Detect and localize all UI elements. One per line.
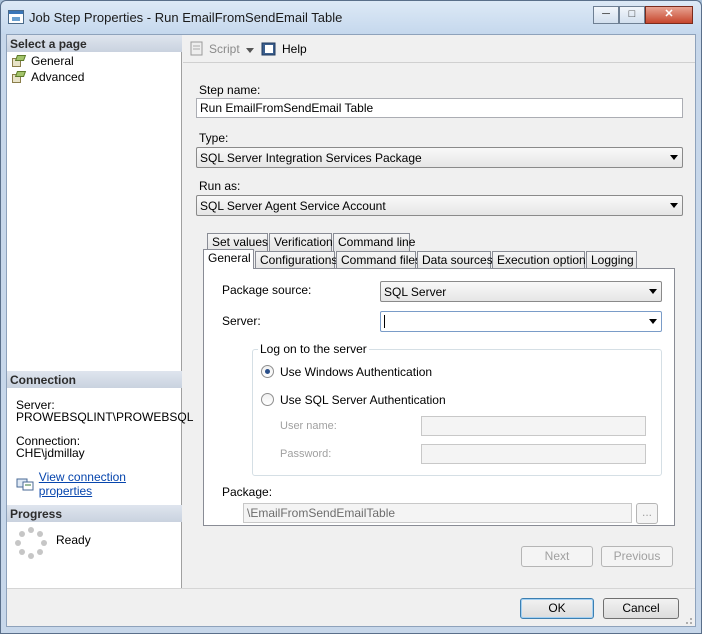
password-label: Password:	[280, 448, 332, 460]
tab-general[interactable]: General	[203, 249, 254, 269]
dialog-footer: OK Cancel	[7, 588, 695, 626]
tab-verification[interactable]: Verification	[269, 233, 333, 251]
toolbar: Script Help	[183, 35, 695, 63]
previous-button[interactable]: Previous	[601, 546, 673, 567]
maximize-button[interactable]: □	[619, 6, 645, 24]
general-tab-page: Package source: SQL Server Server: Log o…	[203, 268, 675, 526]
chevron-down-icon	[246, 48, 254, 53]
left-pane: Select a page General Advanced Connectio…	[7, 35, 193, 588]
connection-properties-icon	[16, 478, 34, 491]
dialog-client-area: Select a page General Advanced Connectio…	[6, 34, 696, 627]
script-icon	[190, 41, 203, 56]
text-cursor	[384, 315, 385, 328]
script-dropdown-button[interactable]	[246, 48, 254, 53]
package-source-label: Package source:	[222, 283, 312, 297]
help-label: Help	[282, 42, 307, 56]
page-item-general[interactable]: General	[11, 53, 74, 69]
window-title: Job Step Properties - Run EmailFromSendE…	[29, 10, 343, 25]
chevron-down-icon	[670, 203, 678, 208]
step-name-input[interactable]: Run EmailFromSendEmail Table	[196, 98, 683, 118]
cancel-button[interactable]: Cancel	[603, 598, 679, 619]
minimize-button[interactable]: ─	[593, 6, 619, 24]
sql-auth-label[interactable]: Use SQL Server Authentication	[280, 393, 446, 407]
user-name-label: User name:	[280, 420, 337, 432]
page-icon	[11, 54, 27, 68]
tab-command-files[interactable]: Command files	[336, 251, 421, 269]
server-label: Server:	[222, 314, 261, 328]
logon-groupbox: Log on to the server Use Windows Authent…	[252, 342, 662, 476]
progress-spinner-icon	[15, 527, 47, 559]
select-page-header: Select a page	[7, 35, 182, 52]
title-bar[interactable]: Job Step Properties - Run EmailFromSendE…	[1, 1, 701, 34]
chevron-down-icon	[670, 155, 678, 160]
password-input[interactable]	[421, 444, 646, 464]
connection-server-value: PROWEBSQLINT\PROWEBSQL	[16, 410, 194, 424]
tab-execution-options[interactable]: Execution options	[492, 251, 592, 269]
tab-configurations[interactable]: Configurations	[255, 251, 337, 269]
package-source-select[interactable]: SQL Server	[380, 281, 662, 302]
progress-header: Progress	[7, 505, 182, 522]
script-label: Script	[209, 42, 240, 56]
view-connection-properties-link[interactable]: View connection properties	[16, 470, 181, 498]
maximize-icon: □	[628, 8, 636, 20]
page-item-advanced[interactable]: Advanced	[11, 69, 84, 85]
view-connection-properties-label: View connection properties	[38, 470, 126, 498]
close-button[interactable]: ✕	[645, 6, 693, 24]
logon-group-label: Log on to the server	[258, 342, 369, 356]
close-icon: ✕	[664, 8, 674, 20]
progress-area: Ready	[7, 523, 182, 563]
run-as-select[interactable]: SQL Server Agent Service Account	[196, 195, 683, 216]
ok-button[interactable]: OK	[520, 598, 594, 619]
browse-package-button[interactable]: ...	[636, 503, 658, 524]
connection-value: CHE\jdmillay	[16, 446, 85, 460]
windows-auth-label[interactable]: Use Windows Authentication	[280, 365, 432, 379]
sql-auth-radio[interactable]	[261, 393, 274, 406]
run-as-select-value: SQL Server Agent Service Account	[200, 199, 386, 213]
help-icon	[261, 42, 276, 56]
next-button[interactable]: Next	[521, 546, 593, 567]
type-select[interactable]: SQL Server Integration Services Package	[196, 147, 683, 168]
app-window-icon	[8, 10, 24, 24]
type-label: Type:	[199, 131, 229, 145]
chevron-down-icon	[649, 289, 657, 294]
help-button[interactable]: Help	[261, 41, 307, 57]
connection-header: Connection	[7, 371, 182, 388]
progress-status: Ready	[56, 533, 91, 547]
minimize-icon: ─	[602, 8, 610, 20]
windows-auth-radio[interactable]	[261, 365, 274, 378]
job-step-properties-window: Job Step Properties - Run EmailFromSendE…	[0, 0, 702, 634]
server-combo-input[interactable]	[380, 311, 662, 332]
tab-logging[interactable]: Logging	[586, 251, 637, 269]
page-icon	[11, 70, 27, 84]
chevron-down-icon	[649, 319, 657, 324]
page-item-general-label: General	[31, 54, 74, 68]
tab-command-line[interactable]: Command line	[333, 233, 415, 251]
package-source-value: SQL Server	[384, 285, 447, 299]
run-as-label: Run as:	[199, 179, 241, 193]
right-pane: Script Help Step name: Run EmailFromSend…	[183, 35, 695, 588]
script-button[interactable]: Script	[189, 41, 240, 57]
page-item-advanced-label: Advanced	[31, 70, 85, 84]
package-label: Package:	[222, 485, 273, 499]
user-name-input[interactable]	[421, 416, 646, 436]
type-select-value: SQL Server Integration Services Package	[200, 151, 422, 165]
resize-grip-icon[interactable]	[683, 614, 693, 624]
step-name-label: Step name:	[199, 83, 261, 97]
tab-data-sources[interactable]: Data sources	[417, 251, 493, 269]
package-path-input[interactable]: \EmailFromSendEmailTable	[243, 503, 632, 523]
